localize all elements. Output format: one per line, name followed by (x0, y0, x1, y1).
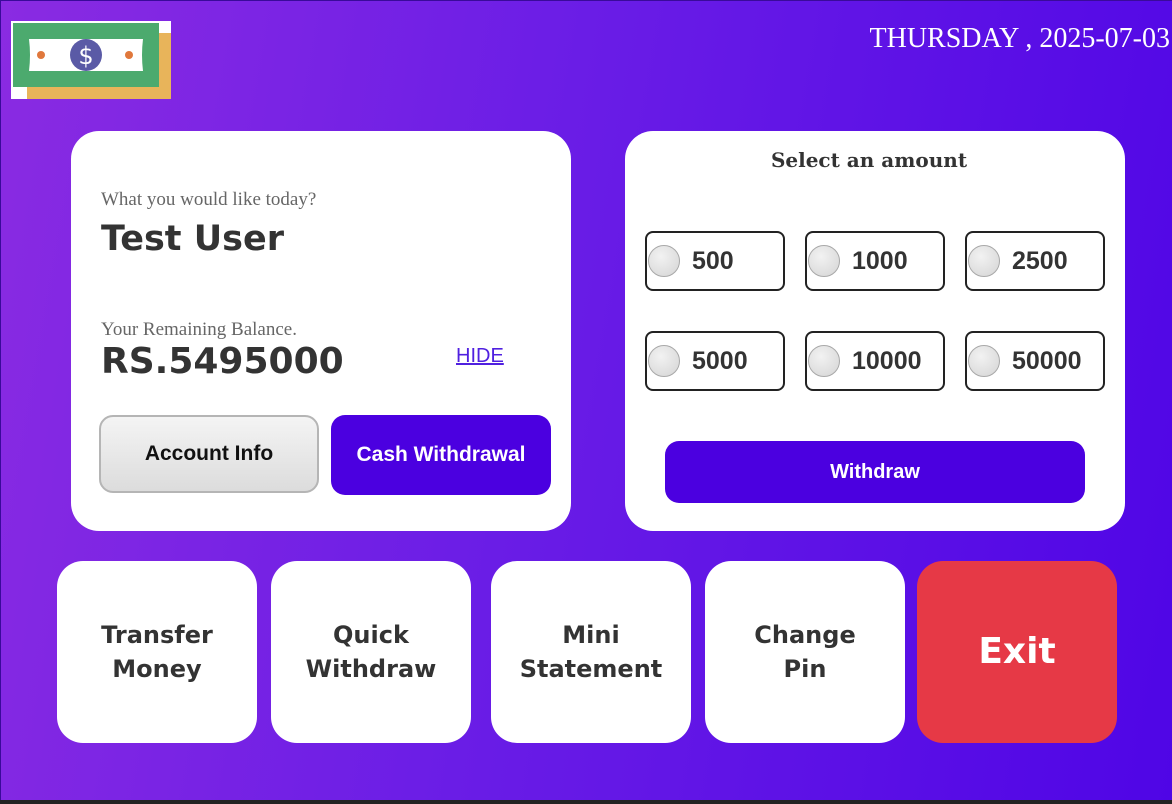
quick-withdraw-button[interactable]: Quick Withdraw (271, 561, 471, 743)
user-name: Test User (101, 219, 284, 259)
hide-balance-link[interactable]: HIDE (456, 345, 504, 368)
account-card: What you would like today? Test User You… (71, 131, 571, 531)
radio-button[interactable] (808, 245, 840, 277)
cash-withdrawal-button[interactable]: Cash Withdrawal (331, 415, 551, 495)
amount-option[interactable]: 5000 (645, 331, 785, 391)
amount-option[interactable]: 2500 (965, 231, 1105, 291)
amount-option[interactable]: 1000 (805, 231, 945, 291)
current-date: THURSDAY , 2025-07-03 (869, 23, 1171, 54)
select-amount-title: Select an amount (770, 148, 968, 172)
balance-label: Your Remaining Balance. (101, 319, 297, 340)
logo: $ (11, 21, 171, 99)
exit-button[interactable]: Exit (917, 561, 1117, 743)
amount-label: 1000 (852, 246, 908, 275)
atm-screen: $ THURSDAY , 2025-07-03 What you would l… (0, 0, 1172, 800)
amount-options: 500 1000 2500 5000 10000 50000 (645, 231, 1105, 391)
radio-button[interactable] (648, 345, 680, 377)
amount-label: 5000 (692, 346, 748, 375)
greeting-text: What you would like today? (101, 189, 317, 210)
amount-option[interactable]: 10000 (805, 331, 945, 391)
balance-amount: RS.5495000 (101, 341, 344, 382)
amount-card: Select an amount 500 1000 2500 5000 1000… (625, 131, 1125, 531)
transfer-money-button[interactable]: Transfer Money (57, 561, 257, 743)
dollar-bill-icon: $ (13, 23, 171, 99)
withdraw-button[interactable]: Withdraw (665, 441, 1085, 503)
amount-label: 500 (692, 246, 734, 275)
amount-option[interactable]: 500 (645, 231, 785, 291)
svg-text:$: $ (78, 42, 93, 70)
change-pin-button[interactable]: Change Pin (705, 561, 905, 743)
taskbar-edge (0, 800, 1172, 804)
amount-label: 2500 (1012, 246, 1068, 275)
radio-button[interactable] (968, 245, 1000, 277)
mini-statement-button[interactable]: Mini Statement (491, 561, 691, 743)
radio-button[interactable] (648, 245, 680, 277)
amount-label: 10000 (852, 346, 922, 375)
radio-button[interactable] (808, 345, 840, 377)
amount-label: 50000 (1012, 346, 1082, 375)
radio-button[interactable] (968, 345, 1000, 377)
amount-option[interactable]: 50000 (965, 331, 1105, 391)
account-info-button[interactable]: Account Info (99, 415, 319, 493)
